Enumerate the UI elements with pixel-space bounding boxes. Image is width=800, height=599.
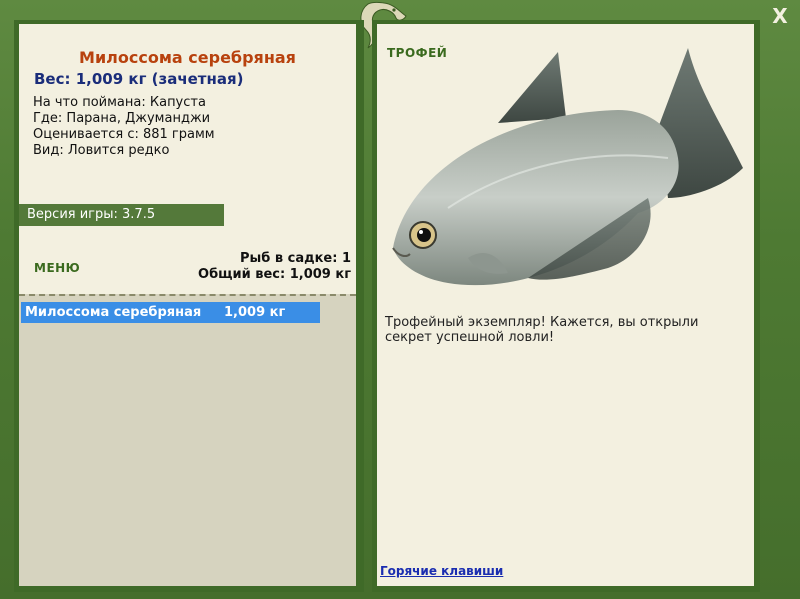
catch-list-panel — [19, 294, 356, 586]
catch-name: Милоссома серебряная — [25, 305, 202, 320]
catch-weight: 1,009 кг — [224, 305, 286, 320]
keep-stats: Рыб в садке: 1 Общий вес: 1,009 кг — [198, 251, 351, 283]
game-version: Версия игры: 3.7.5 — [19, 204, 224, 226]
fish-detail-rarity: Вид: Ловится редко — [33, 143, 170, 158]
fish-image — [392, 48, 743, 286]
trophy-text: Трофейный экземпляр! Кажется, вы открыли… — [385, 315, 699, 345]
hotkeys-link[interactable]: Горячие клавиши — [380, 564, 503, 578]
dashed-divider — [19, 294, 356, 296]
close-icon[interactable]: X — [772, 4, 787, 28]
keep-total-weight: Общий вес: 1,009 кг — [198, 267, 351, 282]
fish-detail-location: Где: Парана, Джуманджи — [33, 111, 211, 126]
fish-title: Милоссома серебряная — [79, 48, 296, 67]
fish-detail-bait: На что поймана: Капуста — [33, 95, 206, 110]
keep-count: Рыб в садке: 1 — [239, 251, 351, 266]
trophy-label: ТРОФЕЙ — [387, 46, 448, 60]
close-button[interactable]: X — [768, 4, 792, 28]
menu-button[interactable]: МЕНЮ — [34, 261, 80, 275]
fish-weight: Вес: 1,009 кг (зачетная) — [34, 70, 244, 88]
list-item[interactable]: Милоссома серебряная 1,009 кг — [21, 302, 320, 323]
fish-detail-threshold: Оценивается с: 881 грамм — [33, 127, 215, 142]
